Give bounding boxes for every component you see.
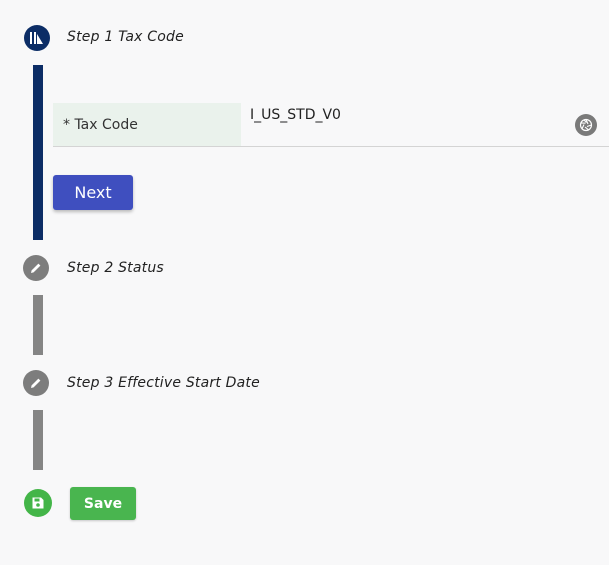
- save-button[interactable]: Save: [70, 487, 136, 520]
- shutter-icon[interactable]: [575, 114, 597, 136]
- step-3-label: Step 3 Effective Start Date: [67, 375, 260, 391]
- step-2-connector: [33, 295, 43, 355]
- save-icon[interactable]: [24, 489, 52, 517]
- step-active-icon: [24, 25, 50, 51]
- tax-code-label: * Tax Code: [53, 103, 241, 146]
- pencil-icon: [23, 370, 49, 396]
- stepper-form: Step 1 Tax Code * Tax Code Next Step 2 S…: [0, 0, 609, 565]
- next-button[interactable]: Next: [53, 175, 133, 210]
- tax-code-field: * Tax Code: [53, 103, 609, 147]
- step-1-label: Step 1 Tax Code: [67, 29, 184, 45]
- step-2-label: Step 2 Status: [67, 260, 164, 276]
- step-1-connector: [33, 65, 43, 240]
- pencil-icon: [23, 255, 49, 281]
- tax-code-input[interactable]: [250, 107, 560, 123]
- step-3-connector: [33, 410, 43, 470]
